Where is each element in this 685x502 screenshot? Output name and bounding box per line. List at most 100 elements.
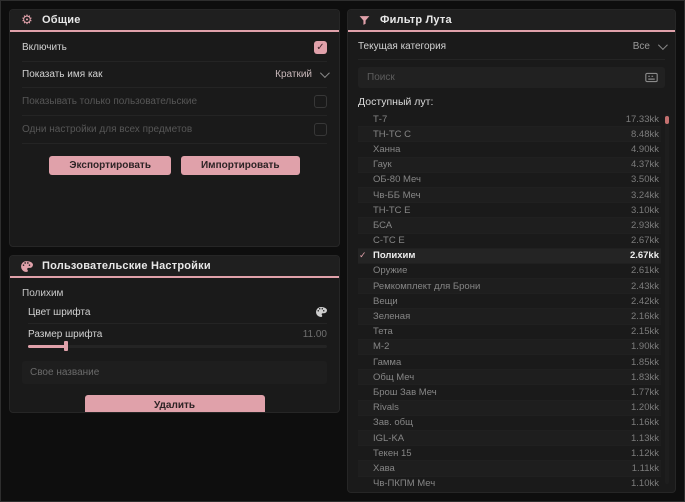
loot-row[interactable]: ✓ Ханна 4.90kk xyxy=(358,142,661,158)
available-loot-title: Доступный лут: xyxy=(358,96,434,108)
loot-item-name: Зеленая xyxy=(373,311,411,323)
loot-row[interactable]: ✓ Вещи 2.42kk xyxy=(358,294,661,310)
loot-row[interactable]: ✓ ОБ-80 Меч 3.50kk xyxy=(358,173,661,188)
font-color-row: Цвет шрифта xyxy=(28,301,327,324)
loot-item-name: Ханна xyxy=(373,143,401,155)
enable-label: Включить xyxy=(22,42,67,53)
loot-row[interactable]: ✓ Rivals 1.20kk xyxy=(358,401,661,416)
show-name-value: Краткий xyxy=(275,69,312,80)
export-import-buttons: Экспортировать Импортировать xyxy=(22,156,327,175)
chevron-down-icon xyxy=(657,40,668,51)
delete-button-wrap: Удалить xyxy=(22,395,327,412)
loot-item-value: 1.10kk xyxy=(631,478,659,486)
loot-item-value: 1.13kk xyxy=(631,432,659,444)
loot-item-name: Гаук xyxy=(373,159,392,171)
loot-item-name: ТН-ТС С xyxy=(373,128,411,140)
general-panel-title: Общие xyxy=(42,14,81,26)
loot-item-value: 3.50kk xyxy=(631,174,659,186)
enable-row: Включить ✓ xyxy=(22,34,327,62)
slider-thumb[interactable] xyxy=(64,341,68,351)
loot-row[interactable]: ✓ М-2 1.90kk xyxy=(358,340,661,355)
font-color-label: Цвет шрифта xyxy=(28,306,91,318)
chevron-down-icon xyxy=(319,68,330,79)
same-settings-checkbox[interactable] xyxy=(314,123,327,136)
import-button[interactable]: Импортировать xyxy=(180,156,300,175)
loot-row[interactable]: ✓ Т-7 17.33kk xyxy=(358,112,661,128)
loot-row[interactable]: ✓ Оружие 2.61kk xyxy=(358,264,661,280)
only-custom-checkbox[interactable] xyxy=(314,95,327,108)
loot-row[interactable]: ✓ Зеленая 2.16kk xyxy=(358,309,661,325)
loot-row[interactable]: ✓ Гаук 4.37kk xyxy=(358,158,661,173)
custom-settings-rows: Цвет шрифта Размер шрифта 11.00 xyxy=(22,301,327,355)
palette-icon xyxy=(20,260,34,273)
general-panel-body: Включить ✓ Показать имя как Краткий Пока… xyxy=(10,32,339,246)
loot-row[interactable]: ✓ ТН-ТС Е 3.10kk xyxy=(358,203,661,219)
mod-config-screen: ⚙ Общие Включить ✓ Показать имя как Крат… xyxy=(0,0,685,502)
font-size-slider[interactable] xyxy=(28,341,327,351)
show-name-row: Показать имя как Краткий xyxy=(22,62,330,88)
loot-row[interactable]: ✓ IGL-KA 1.13kk xyxy=(358,431,661,447)
export-button[interactable]: Экспортировать xyxy=(49,156,171,175)
loot-item-value: 2.43kk xyxy=(631,280,659,292)
only-custom-row: Показывать только пользовательские xyxy=(22,88,327,116)
loot-row[interactable]: ✓ Тета 2.15kk xyxy=(358,325,661,340)
category-dropdown[interactable]: Все xyxy=(633,40,668,52)
color-picker-icon[interactable] xyxy=(315,306,327,318)
loot-scrollbar[interactable] xyxy=(665,114,669,484)
loot-filter-header: Фильтр Лута xyxy=(348,10,675,32)
loot-row[interactable]: ✓ Брош Зав Меч 1.77kk xyxy=(358,385,661,401)
font-size-value: 11.00 xyxy=(302,329,327,340)
loot-item-name: Вещи xyxy=(373,295,398,307)
loot-item-value: 2.15kk xyxy=(631,326,659,338)
loot-item-value: 1.20kk xyxy=(631,402,659,414)
scrollbar-thumb[interactable] xyxy=(665,116,669,124)
enable-checkbox[interactable]: ✓ xyxy=(314,41,327,54)
custom-settings-panel: Пользовательские Настройки Полихим Цвет … xyxy=(9,255,340,413)
gear-icon: ⚙ xyxy=(21,12,33,27)
loot-row[interactable]: ✓ БСА 2.93kk xyxy=(358,218,661,234)
loot-item-name: Тета xyxy=(373,326,393,338)
loot-row[interactable]: ✓ Текен 15 1.12kk xyxy=(358,446,661,462)
loot-item-value: 3.24kk xyxy=(631,189,659,201)
search-input[interactable] xyxy=(365,71,645,84)
loot-item-name: С-ТС Е xyxy=(373,235,405,247)
same-settings-label: Одни настройки для всех предметов xyxy=(22,124,193,135)
loot-row[interactable]: ✓ С-ТС Е 2.67kk xyxy=(358,234,661,249)
loot-item-name: IGL-KA xyxy=(373,432,405,444)
loot-filter-panel: Фильтр Лута Текущая категория Все Поиск … xyxy=(347,9,676,493)
loot-row[interactable]: ✓ Ремкомплект для Брони 2.43kk xyxy=(358,279,661,295)
loot-row[interactable]: ✓ ТН-ТС С 8.48kk xyxy=(358,127,661,143)
loot-item-value: 17.33kk xyxy=(625,113,659,125)
check-icon: ✓ xyxy=(359,250,367,261)
only-custom-label: Показывать только пользовательские xyxy=(22,96,197,107)
left-column: ⚙ Общие Включить ✓ Показать имя как Крат… xyxy=(9,9,340,493)
funnel-icon xyxy=(358,14,372,27)
loot-row[interactable]: ✓ Полихим 2.67kk xyxy=(358,248,661,264)
custom-settings-body: Полихим Цвет шрифта Размер шрифта 11.00 xyxy=(10,278,339,412)
custom-name-input[interactable] xyxy=(22,361,327,384)
loot-item-name: Чв-ПКПМ Меч xyxy=(373,478,436,486)
general-panel-header: ⚙ Общие xyxy=(10,10,339,32)
loot-item-value: 2.67kk xyxy=(631,235,659,247)
search-box xyxy=(358,67,665,88)
loot-list: ✓ Т-7 17.33kk ✓ ТН-ТС С 8.48kk ✓ Ханна 4… xyxy=(358,112,669,486)
loot-row[interactable]: ✓ Хава 1.11kk xyxy=(358,461,661,477)
loot-row[interactable]: ✓ Зав. общ 1.16kk xyxy=(358,416,661,431)
loot-row[interactable]: ✓ Чв-ББ Меч 3.24kk xyxy=(358,188,661,204)
loot-item-name: ТН-ТС Е xyxy=(373,204,411,216)
loot-item-name: Общ Меч xyxy=(373,371,415,383)
show-name-dropdown[interactable]: Краткий xyxy=(275,68,330,80)
loot-item-name: Гамма xyxy=(373,356,402,368)
loot-row[interactable]: ✓ Чв-ПКПМ Меч 1.10kk xyxy=(358,477,661,486)
same-settings-row: Одни настройки для всех предметов xyxy=(22,116,327,144)
slider-track xyxy=(28,345,327,348)
show-name-label: Показать имя как xyxy=(22,69,103,80)
loot-item-name: М-2 xyxy=(373,341,390,353)
loot-item-value: 2.16kk xyxy=(631,311,659,323)
category-label: Текущая категория xyxy=(358,41,447,52)
loot-row[interactable]: ✓ Гамма 1.85kk xyxy=(358,355,661,371)
search-options-icon[interactable] xyxy=(645,72,658,83)
loot-row[interactable]: ✓ Общ Меч 1.83kk xyxy=(358,370,661,386)
delete-button[interactable]: Удалить xyxy=(84,395,265,412)
loot-item-name: Полихим xyxy=(373,250,416,262)
